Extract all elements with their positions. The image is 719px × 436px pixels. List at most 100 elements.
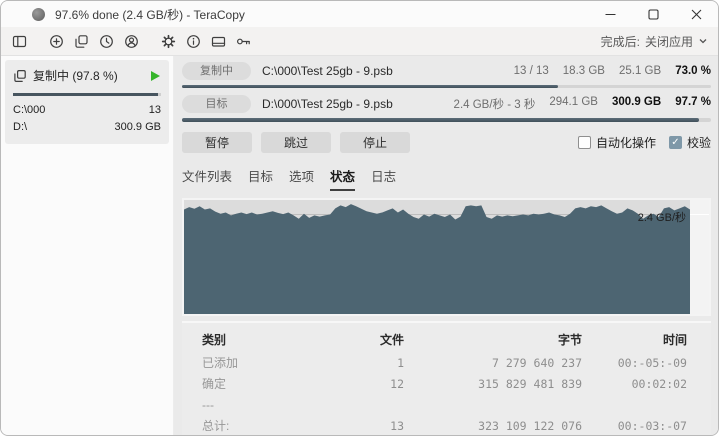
copy-icon [14,69,26,82]
checkbox-label: 校验 [686,135,711,150]
window-title: 97.6% done (2.4 GB/秒) - TeraCopy [55,7,245,22]
target-path: D:\000\Test 25gb - 9.psb [262,97,393,112]
checkbox-box[interactable] [577,135,591,149]
on-finish-dropdown[interactable]: 完成后: 关闭应用 [601,33,708,50]
table-cell: 323 109 122 076 [478,419,582,433]
titlebar[interactable]: 97.6% done (2.4 GB/秒) - TeraCopy [1,1,718,27]
source-status-badge: 复制中 [182,61,251,80]
target-progress-fill [182,117,699,122]
window-body: 复制中 (97.8 %) C:\000 13 D:\ 300.9 GB 复制中 [1,56,718,435]
teracopy-window: 97.6% done (2.4 GB/秒) - TeraCopy 完成后: 关闭… [0,0,719,436]
task-target-size: 300.9 GB [114,121,161,133]
tab-bar: 文件列表 目标 选项 状态 日志 [182,166,711,191]
on-finish-value: 关闭应用 [644,34,693,49]
license-button[interactable] [206,29,231,53]
table-cell: 总计: [202,419,230,433]
checkbox-unchecked[interactable]: 自动化操作 [577,134,656,151]
task-sidebar: 复制中 (97.8 %) C:\000 13 D:\ 300.9 GB [1,56,174,435]
plus-circle-icon [50,34,63,48]
sidebar-toggle-button[interactable] [7,29,32,53]
table-cell [582,395,687,416]
tab[interactable]: 目标 [248,166,273,191]
add-task-button[interactable] [44,29,69,53]
tab[interactable]: 日志 [371,166,396,191]
table-header-cell: 时间 [662,333,687,347]
table-header-cell: 文件 [379,333,404,347]
close-button[interactable] [675,1,718,27]
target-row: 目标 D:\000\Test 25gb - 9.psb 2.4 GB/秒 - 3… [182,93,711,115]
target-progress-bar [182,117,711,122]
table-cell: 00:-03:-07 [617,419,687,433]
table-cell: 确定 [202,377,227,391]
copy-tasks-button[interactable] [69,29,94,53]
settings-button[interactable] [156,29,181,53]
task-target-path: D:\ [13,121,28,133]
task-source-row: C:\000 13 [13,102,161,119]
task-card[interactable]: 复制中 (97.8 %) C:\000 13 D:\ 300.9 GB [5,60,169,144]
checkbox-label: 自动化操作 [595,135,656,150]
app-icon [32,7,45,21]
task-card-header: 复制中 (97.8 %) [13,67,161,84]
minimize-icon [605,13,616,15]
table-header-cell: 类别 [202,333,227,347]
stat-value: 73.0 % [675,64,711,77]
source-progress-fill [182,84,558,89]
chart-future-strip [690,199,709,314]
task-progress-fill [13,93,158,96]
stat-value: 25.1 GB [618,64,662,77]
gear-icon [161,34,176,48]
task-target-row: D:\ 300.9 GB [13,119,161,136]
table-cell: 13 [390,419,404,433]
close-icon [691,9,702,19]
stop-button[interactable]: 停止 [340,131,410,153]
stat-value: 97.7 % [675,96,711,109]
maximize-button[interactable] [632,1,675,27]
table-row: 总计: 13 323 109 122 076 00:-03:-07 [202,416,687,435]
option-checkboxes: 自动化操作 ✓ 校验 [577,134,711,151]
task-title: 复制中 (97.8 %) [33,69,118,83]
source-row: 复制中 C:\000\Test 25gb - 9.psb 13 / 13 18.3… [182,60,711,82]
target-stats: 2.4 GB/秒 - 3 秒 294.1 GB 300.9 GB 97.7 % [454,96,711,112]
clock-icon [100,34,113,48]
on-finish-label: 完成后: [600,34,640,49]
pause-button[interactable]: 暂停 [182,131,252,153]
copy-icon [75,34,88,48]
table-cell [404,395,582,416]
table-cell: 已添加 [202,356,239,370]
checkbox-box[interactable]: ✓ [668,135,682,149]
task-source-count: 13 [148,104,161,116]
table-cell: 00:-05:-09 [617,356,687,370]
speed-chart: 2.4 GB/秒 [182,197,711,316]
source-progress-bar [182,84,711,89]
main-panel: 复制中 C:\000\Test 25gb - 9.psb 13 / 13 18.3… [174,56,718,435]
checkbox-checked[interactable]: ✓ 校验 [668,134,711,151]
table-header-cell: 字节 [557,333,582,347]
table-cell: 00:02:02 [631,377,687,391]
stat-value: 300.9 GB [611,96,662,109]
info-button[interactable] [181,29,206,53]
unlock-button[interactable] [231,29,256,53]
tab[interactable]: 状态 [330,166,356,191]
minimize-button[interactable] [589,1,632,27]
table-row: 已添加 1 7 279 640 237 00:-05:-09 [202,353,687,374]
target-status-badge: 目标 [182,95,251,114]
maximize-icon [648,8,659,20]
key-icon [237,38,250,44]
stat-value: 294.1 GB [549,96,598,109]
table-row: 确定 12 315 829 481 839 00:02:02 [202,374,687,395]
history-button[interactable] [94,29,119,53]
tab[interactable]: 选项 [289,166,314,191]
toolbar: 完成后: 关闭应用 [1,27,718,56]
source-path: C:\000\Test 25gb - 9.psb [262,63,393,78]
task-source-path: C:\000 [13,104,46,116]
play-icon[interactable] [149,70,161,82]
skip-button[interactable]: 跳过 [261,131,331,153]
window-controls [589,1,718,27]
tab[interactable]: 文件列表 [182,166,232,191]
account-button[interactable] [119,29,144,53]
sidebar-toggle-icon [12,35,27,47]
chart-speed-label: 2.4 GB/秒 [637,211,686,224]
user-circle-icon [125,34,138,48]
info-icon [187,34,200,48]
table-cell [314,395,404,416]
